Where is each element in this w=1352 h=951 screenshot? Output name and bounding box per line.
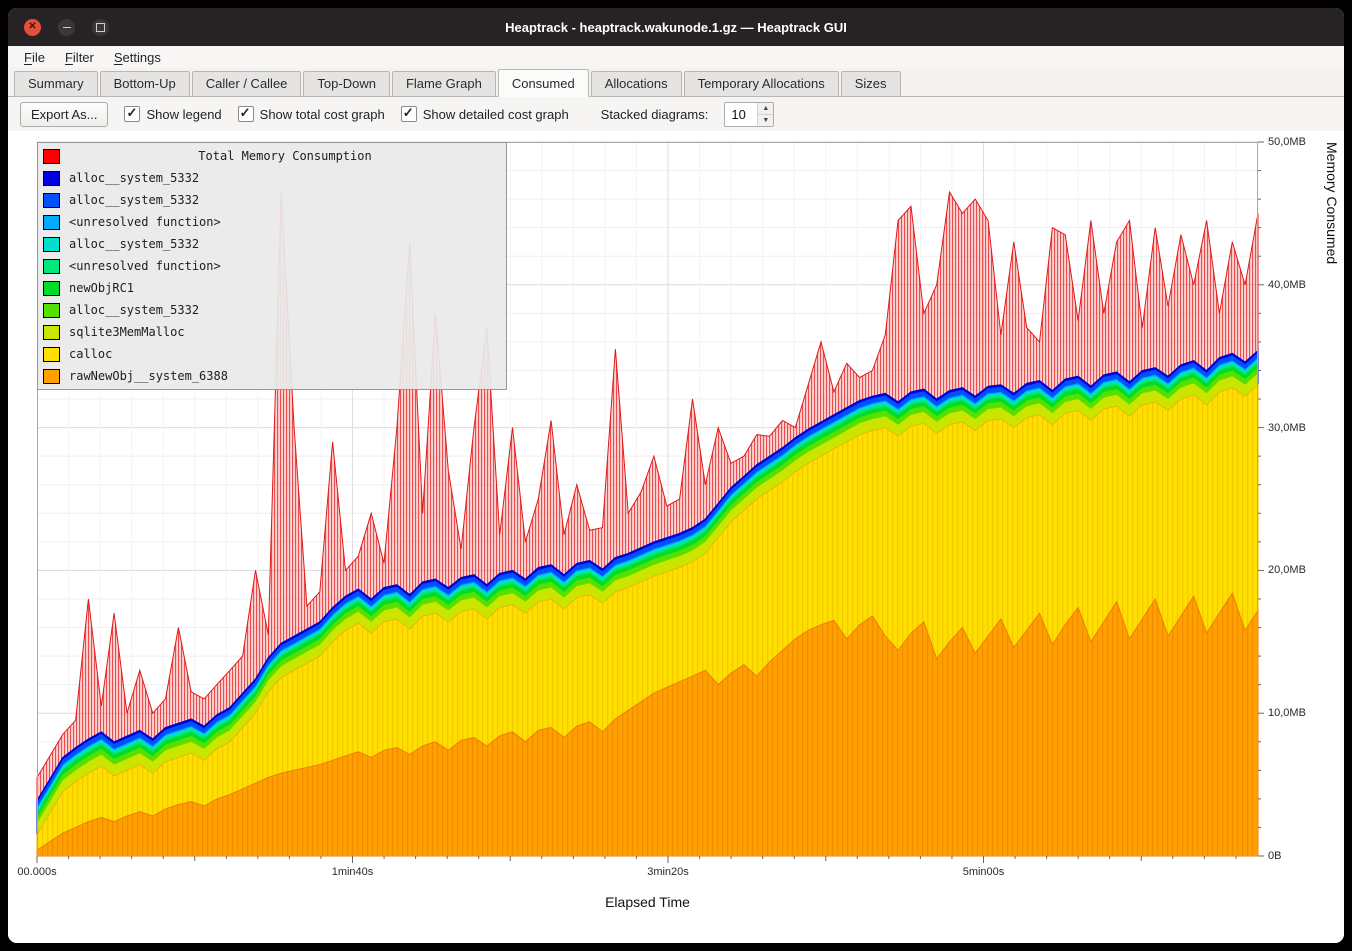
series-swatch: [43, 347, 60, 362]
tab-top-down[interactable]: Top-Down: [303, 71, 390, 96]
checkbox-show-total-cost-graph[interactable]: Show total cost graph: [238, 106, 385, 122]
stacked-diagrams-label: Stacked diagrams:: [601, 107, 709, 122]
series-label: newObjRC1: [69, 281, 134, 295]
toolbar-checkboxes: Show legend Show total cost graph Show det…: [124, 106, 568, 122]
checkbox-label: Show total cost graph: [260, 107, 385, 122]
maximize-button[interactable]: [92, 19, 109, 36]
series-label: sqlite3MemMalloc: [69, 325, 185, 339]
series-swatch: [43, 259, 60, 274]
series-swatch: [43, 303, 60, 318]
checkbox-label: Show detailed cost graph: [423, 107, 569, 122]
series-swatch: [43, 215, 60, 230]
series-label: alloc__system_5332: [69, 193, 199, 207]
spinner-buttons: ▲ ▼: [757, 103, 773, 126]
menu-file[interactable]: File: [14, 48, 55, 67]
app-window: ✕ Heaptrack - heaptrack.wakunode.1.gz — …: [8, 8, 1344, 943]
x-tick-label: 3min20s: [647, 866, 689, 878]
legend-title-row: Total Memory Consumption: [38, 145, 506, 167]
checkbox-label: Show legend: [146, 107, 221, 122]
tab-bar: SummaryBottom-UpCaller / CalleeTop-DownF…: [8, 68, 1344, 97]
total-series-swatch: [43, 149, 60, 164]
series-label: alloc__system_5332: [69, 303, 199, 317]
window-title: Heaptrack - heaptrack.wakunode.1.gz — He…: [505, 20, 847, 35]
checkbox-box-icon[interactable]: [401, 106, 417, 122]
tab-flame-graph[interactable]: Flame Graph: [392, 71, 496, 96]
legend-item-alloc-system-5332: alloc__system_5332: [38, 299, 506, 321]
window-controls: ✕: [24, 8, 109, 46]
y-tick-label: 10,0MB: [1268, 707, 1306, 719]
legend-item-alloc-system-5332: alloc__system_5332: [38, 167, 506, 189]
legend-item-alloc-system-5332: alloc__system_5332: [38, 233, 506, 255]
y-tick-label: 40,0MB: [1268, 279, 1306, 291]
menu-bar: FileFilterSettings: [8, 46, 1344, 68]
legend-item-sqlite3memmalloc: sqlite3MemMalloc: [38, 321, 506, 343]
y-tick-label: 0B: [1268, 850, 1281, 862]
series-label: <unresolved function>: [69, 259, 221, 273]
series-swatch: [43, 237, 60, 252]
tab-caller-callee[interactable]: Caller / Callee: [192, 71, 302, 96]
legend-item-calloc: calloc: [38, 343, 506, 365]
series-label: alloc__system_5332: [69, 237, 199, 251]
tab-consumed[interactable]: Consumed: [498, 69, 589, 97]
tab-allocations[interactable]: Allocations: [591, 71, 682, 96]
series-swatch: [43, 325, 60, 340]
series-label: alloc__system_5332: [69, 171, 199, 185]
x-tick-label: 00.000s: [17, 866, 56, 878]
maximize-icon: [96, 23, 105, 32]
checkbox-show-legend[interactable]: Show legend: [124, 106, 221, 122]
series-label: calloc: [69, 347, 112, 361]
minimize-button[interactable]: [58, 19, 75, 36]
chart-region: Total Memory Consumption alloc__system_5…: [8, 131, 1344, 943]
toolbar: Export As... Show legend Show total cost …: [8, 97, 1344, 131]
title-bar[interactable]: ✕ Heaptrack - heaptrack.wakunode.1.gz — …: [8, 8, 1344, 46]
series-label: <unresolved function>: [69, 215, 221, 229]
legend-item-rawnewobj-system-6388: rawNewObj__system_6388: [38, 365, 506, 387]
tab-summary[interactable]: Summary: [14, 71, 98, 96]
y-tick-label: 20,0MB: [1268, 564, 1306, 576]
chart-legend: Total Memory Consumption alloc__system_5…: [37, 142, 507, 390]
y-tick-label: 30,0MB: [1268, 422, 1306, 434]
checkbox-box-icon[interactable]: [238, 106, 254, 122]
x-axis-title: Elapsed Time: [37, 894, 1258, 910]
memory-chart-plot[interactable]: Total Memory Consumption alloc__system_5…: [37, 142, 1258, 856]
tab-bottom-up[interactable]: Bottom-Up: [100, 71, 190, 96]
minimize-icon: [63, 27, 71, 28]
checkbox-show-detailed-cost-graph[interactable]: Show detailed cost graph: [401, 106, 569, 122]
legend-item-unresolved-function: <unresolved function>: [38, 255, 506, 277]
tab-sizes[interactable]: Sizes: [841, 71, 901, 96]
series-swatch: [43, 171, 60, 186]
spinner-value: 10: [725, 103, 757, 126]
tab-temporary-allocations[interactable]: Temporary Allocations: [684, 71, 839, 96]
close-button[interactable]: ✕: [24, 19, 41, 36]
legend-item-unresolved-function: <unresolved function>: [38, 211, 506, 233]
legend-title: Total Memory Consumption: [69, 149, 501, 163]
series-swatch: [43, 369, 60, 384]
legend-item-newobjrc1: newObjRC1: [38, 277, 506, 299]
x-tick-label: 1min40s: [332, 866, 374, 878]
menu-filter[interactable]: Filter: [55, 48, 104, 67]
spinner-down-icon[interactable]: ▼: [758, 115, 773, 126]
y-axis-title: Memory Consumed: [1324, 142, 1340, 856]
y-tick-label: 50,0MB: [1268, 136, 1306, 148]
x-tick-label: 5min00s: [963, 866, 1005, 878]
legend-item-alloc-system-5332: alloc__system_5332: [38, 189, 506, 211]
export-as-button[interactable]: Export As...: [20, 102, 108, 127]
spinner-up-icon[interactable]: ▲: [758, 103, 773, 115]
series-swatch: [43, 193, 60, 208]
stacked-diagrams-spinner[interactable]: 10 ▲ ▼: [724, 102, 774, 127]
series-label: rawNewObj__system_6388: [69, 369, 228, 383]
menu-settings[interactable]: Settings: [104, 48, 171, 67]
series-swatch: [43, 281, 60, 296]
checkbox-box-icon[interactable]: [124, 106, 140, 122]
